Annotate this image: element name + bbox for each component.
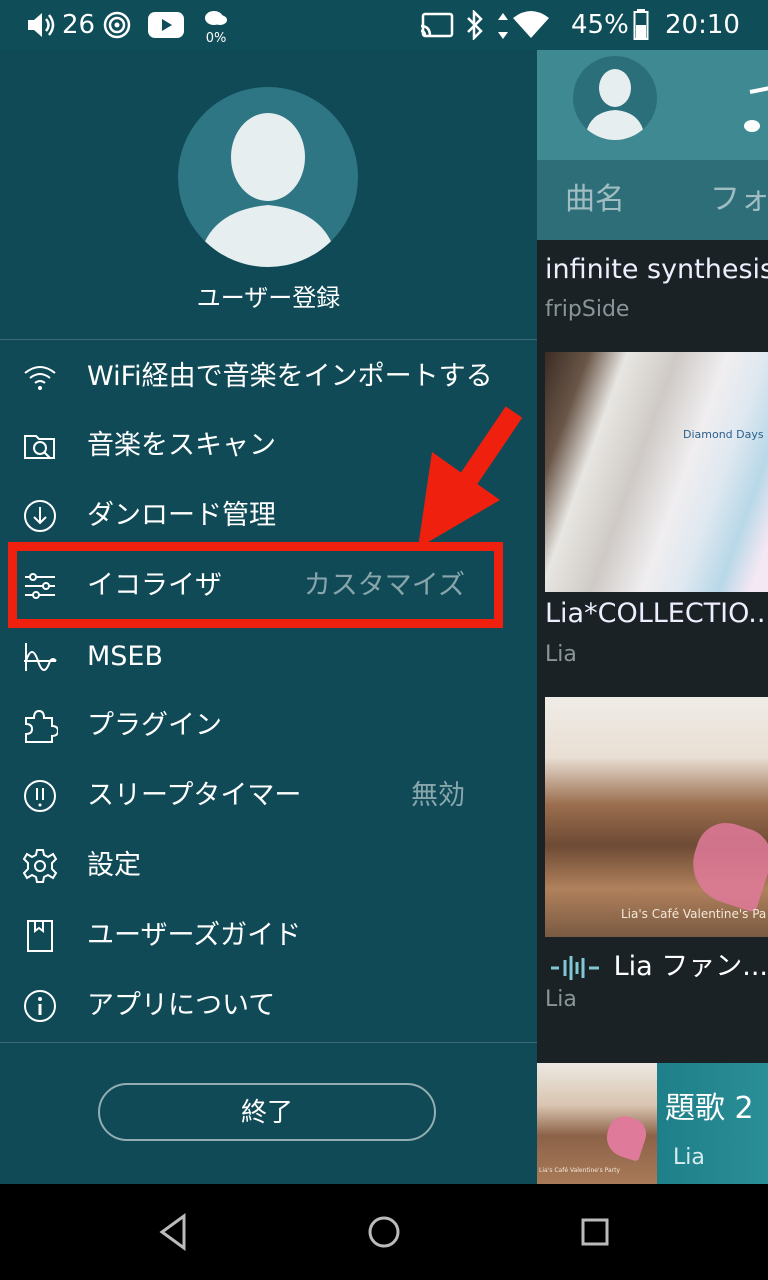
scan-icon [24,435,55,459]
mini-player-title: 題歌 2 [665,1091,754,1126]
data-arrows-icon [498,13,508,39]
system-navigation-bar [0,1184,768,1280]
person-icon [585,69,645,140]
gear-icon [22,849,58,883]
volume-level: 26 [62,10,96,40]
menu-item-label: WiFi経由で音楽をインポートする [87,361,493,392]
main-content: 曲名 フォ infinite synthesis fripSide Diamon… [537,0,768,1184]
menu-item-user-guide[interactable]: ユーザーズガイド [0,901,537,971]
heart-decoration [601,1112,651,1162]
track-title-text: Lia ファン... [613,951,768,982]
menu-item-label: アプリについて [87,990,276,1021]
track-artist: Lia [545,987,577,1012]
weather-icon [205,11,227,25]
menu-item-label: 音楽をスキャン [87,430,276,461]
menu-item-mseb[interactable]: MSEB [0,622,537,692]
mini-player-art: Lia's Café Valentine's Party [537,1063,657,1184]
wifi-icon [513,11,549,38]
album-art[interactable]: Diamond Days [545,352,768,592]
back-icon[interactable] [150,1208,198,1256]
heart-decoration [682,815,768,913]
tab-songs[interactable]: 曲名 [565,160,625,240]
user-avatar[interactable] [178,87,358,267]
track-artist: Lia [545,642,577,667]
home-icon[interactable] [360,1208,408,1256]
battery-percent: 45% [571,10,629,40]
guide-icon [27,920,53,952]
menu-item-settings[interactable]: 設定 [0,831,537,901]
album-art-caption: Diamond Days [683,428,764,441]
status-bar: 26 0% 45% 20:10 [0,0,768,50]
track-title: infinite synthesis [545,254,768,285]
weather-badge: 0% [205,31,227,46]
track-title: Lia*COLLECTIO... [545,598,768,629]
info-icon [24,990,56,1022]
weather-indicator: 0% [202,6,230,46]
album-art-caption: Lia's Café Valentine's Pa [621,907,767,921]
divider [0,1042,537,1043]
menu-item-label: MSEB [87,641,164,672]
menu-item-wifi-import[interactable]: WiFi経由で音楽をインポートする [0,342,537,412]
menu-item-label: ダンロード管理 [87,500,276,531]
sleep-timer-value: 無効 [411,780,465,811]
youtube-icon [148,12,184,38]
tab-bar: 曲名 フォ [537,160,768,240]
menu-item-label: 設定 [87,850,141,881]
mini-player[interactable]: Lia's Café Valentine's Party 題歌 2 Lia [537,1063,768,1184]
menu-item-download-manager[interactable]: ダンロード管理 [0,481,537,551]
clock: 20:10 [665,10,740,40]
download-icon [24,500,56,532]
sleep-timer-icon [24,780,56,812]
tab-folders[interactable]: フォ [710,160,768,240]
equalizer-highlight-box [8,542,503,628]
puzzle-icon [25,709,58,743]
waveform-icon [24,643,57,671]
sync-icon [103,11,131,39]
user-register-link[interactable]: ユーザー登録 [0,278,537,313]
wifi-icon [24,366,56,390]
menu-item-label: プラグイン [87,710,222,741]
menu-item-label: スリープタイマー [87,780,302,811]
cast-icon [420,12,454,38]
divider [0,339,537,340]
menu-item-about[interactable]: アプリについて [0,971,537,1041]
music-note-icon[interactable] [742,86,768,136]
person-icon [198,113,338,267]
volume-icon [28,13,55,37]
exit-button[interactable]: 終了 [98,1083,436,1141]
bluetooth-icon [467,10,483,40]
album-art[interactable]: Lia's Café Valentine's Pa [545,697,768,937]
battery-icon [633,9,649,40]
menu-item-sleep-timer[interactable]: スリープタイマー 無効 [0,761,537,831]
track-artist: fripSide [545,297,630,322]
menu-item-label: ユーザーズガイド [87,920,302,951]
mini-player-art-caption: Lia's Café Valentine's Party [539,1167,621,1174]
header-avatar[interactable] [573,56,657,140]
menu-item-plugins[interactable]: プラグイン [0,691,537,761]
now-playing-waveform-icon [551,955,599,980]
menu-item-scan-music[interactable]: 音楽をスキャン [0,411,537,481]
recents-icon[interactable] [571,1208,619,1256]
now-playing-track-title: Lia ファン... [545,944,768,983]
mini-player-artist: Lia [673,1145,705,1170]
